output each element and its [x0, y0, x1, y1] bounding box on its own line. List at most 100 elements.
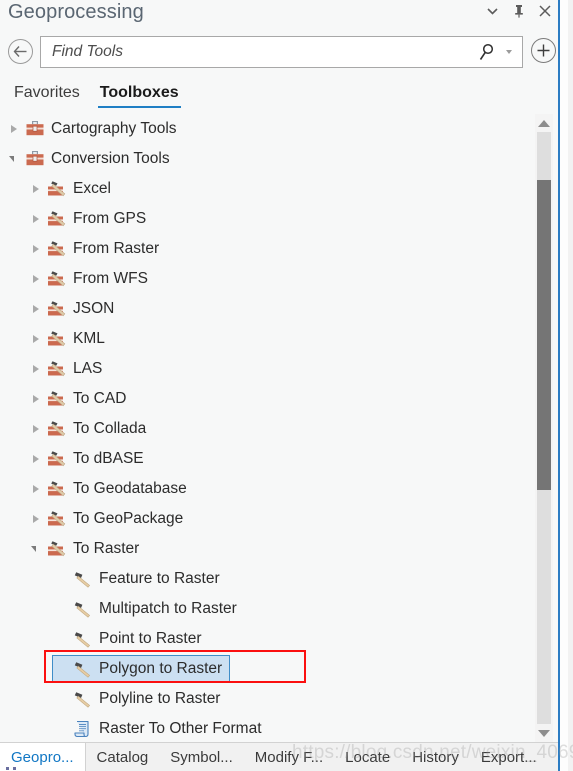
tree-item[interactable]: To Geodatabase — [0, 474, 530, 504]
tree-item-label: To dBASE — [73, 450, 144, 467]
tree-item-label: Polygon to Raster — [99, 660, 223, 677]
scroll-down-icon[interactable] — [535, 724, 553, 742]
tree-item-label: From Raster — [73, 240, 160, 257]
toolbox-icon — [25, 120, 45, 138]
expand-triangle-icon[interactable] — [30, 213, 43, 226]
tree-item[interactable]: Conversion Tools — [0, 144, 530, 174]
chevron-down-icon[interactable] — [485, 2, 500, 19]
collapse-triangle-icon[interactable] — [30, 543, 43, 556]
tree-item[interactable]: To dBASE — [0, 444, 530, 474]
toolbox-icon — [25, 150, 45, 168]
tree-item[interactable]: LAS — [0, 354, 530, 384]
panel-body: Geoprocessing Find Tools Favorites Toolb… — [0, 0, 558, 771]
hammer-tool-icon — [73, 570, 93, 588]
expand-triangle-icon[interactable] — [30, 483, 43, 496]
tree-item[interactable]: KML — [0, 324, 530, 354]
hammer-tool-icon — [73, 690, 93, 708]
add-toolbox-button[interactable] — [531, 38, 556, 63]
tree-item-label: KML — [73, 330, 105, 347]
tree-item-label: Conversion Tools — [51, 150, 170, 167]
tab-history[interactable]: History — [401, 743, 470, 771]
tree-item-label: From GPS — [73, 210, 147, 227]
tree-item[interactable]: To CAD — [0, 384, 530, 414]
gallery-tabs: Favorites Toolboxes — [0, 84, 558, 112]
geoprocessing-pane: Geoprocessing Find Tools Favorites Toolb… — [0, 0, 573, 771]
expand-triangle-icon[interactable] — [30, 513, 43, 526]
tab-toolboxes[interactable]: Toolboxes — [97, 84, 181, 108]
tree-item-label: Feature to Raster — [99, 570, 220, 587]
toolset-icon — [47, 330, 67, 348]
tree-item-label: JSON — [73, 300, 115, 317]
search-icon[interactable] — [479, 43, 496, 66]
tree-item[interactable]: To Raster — [0, 534, 530, 564]
tree-item[interactable]: To GeoPackage — [0, 504, 530, 534]
back-button[interactable] — [8, 39, 33, 64]
tree-item-selected[interactable]: Polygon to Raster — [0, 654, 530, 684]
close-icon[interactable] — [537, 2, 552, 19]
toolbox-tree: Cartography Tools Conversion Tools Excel Fr… — [0, 114, 558, 742]
expand-triangle-icon[interactable] — [30, 453, 43, 466]
toolset-icon — [47, 180, 67, 198]
tree-item-label: From WFS — [73, 270, 148, 287]
dock-tab-bar: Geopro... Catalog Symbol... Modify F... … — [0, 742, 558, 771]
tree-item[interactable]: To Collada — [0, 414, 530, 444]
tree-item-label: Multipatch to Raster — [99, 600, 237, 617]
toolset-icon — [47, 210, 67, 228]
script-tool-icon — [73, 720, 93, 738]
toolset-icon — [47, 480, 67, 498]
pin-icon[interactable] — [511, 2, 526, 19]
hammer-tool-icon — [73, 630, 93, 648]
tree-item[interactable]: From GPS — [0, 204, 530, 234]
tree-item[interactable]: Raster To Other Format — [0, 714, 530, 742]
toolset-icon — [47, 420, 67, 438]
tree-item-label: Excel — [73, 180, 111, 197]
tree-item-label: To CAD — [73, 390, 127, 407]
tree-item[interactable]: Excel — [0, 174, 530, 204]
window-controls — [485, 2, 552, 19]
tree-scrollbar[interactable] — [535, 114, 553, 742]
scroll-up-icon[interactable] — [535, 114, 553, 132]
search-dropdown-icon[interactable] — [506, 50, 512, 54]
tree-item[interactable]: From WFS — [0, 264, 530, 294]
tree-item[interactable]: Point to Raster — [0, 624, 530, 654]
search-input[interactable] — [50, 37, 480, 67]
tree-item-label: To Geodatabase — [73, 480, 187, 497]
tab-export[interactable]: Export... — [470, 743, 548, 771]
toolset-icon — [47, 300, 67, 318]
hammer-tool-icon — [73, 660, 93, 678]
search-box[interactable] — [40, 36, 523, 68]
tree-item[interactable]: Multipatch to Raster — [0, 594, 530, 624]
expand-triangle-icon[interactable] — [30, 303, 43, 316]
tab-modify-features[interactable]: Modify F... — [244, 743, 334, 771]
tree-item-label: To GeoPackage — [73, 510, 184, 527]
scrollbar-thumb[interactable] — [537, 180, 551, 490]
tab-favorites[interactable]: Favorites — [12, 84, 82, 106]
tree-item-label: Raster To Other Format — [99, 720, 262, 737]
pane-title-bar: Geoprocessing — [0, 0, 558, 31]
expand-triangle-icon[interactable] — [30, 333, 43, 346]
tree-item[interactable]: From Raster — [0, 234, 530, 264]
expand-triangle-icon[interactable] — [30, 393, 43, 406]
expand-triangle-icon[interactable] — [30, 273, 43, 286]
status-dots — [6, 767, 16, 770]
adjacent-pane-scrollbar[interactable] — [568, 0, 573, 771]
expand-triangle-icon[interactable] — [30, 363, 43, 376]
tab-catalog[interactable]: Catalog — [86, 743, 160, 771]
tree-item[interactable]: Feature to Raster — [0, 564, 530, 594]
expand-triangle-icon[interactable] — [8, 123, 21, 136]
expand-triangle-icon[interactable] — [30, 243, 43, 256]
tree-item[interactable]: JSON — [0, 294, 530, 324]
toolset-icon — [47, 390, 67, 408]
expand-triangle-icon[interactable] — [30, 183, 43, 196]
collapse-triangle-icon[interactable] — [8, 153, 21, 166]
tab-symbology[interactable]: Symbol... — [159, 743, 244, 771]
expand-triangle-icon[interactable] — [30, 423, 43, 436]
tab-locate[interactable]: Locate — [334, 743, 401, 771]
tree-item[interactable]: Cartography Tools — [0, 114, 530, 144]
toolset-icon — [47, 360, 67, 378]
toolset-icon — [47, 510, 67, 528]
tree-item[interactable]: Polyline to Raster — [0, 684, 530, 714]
